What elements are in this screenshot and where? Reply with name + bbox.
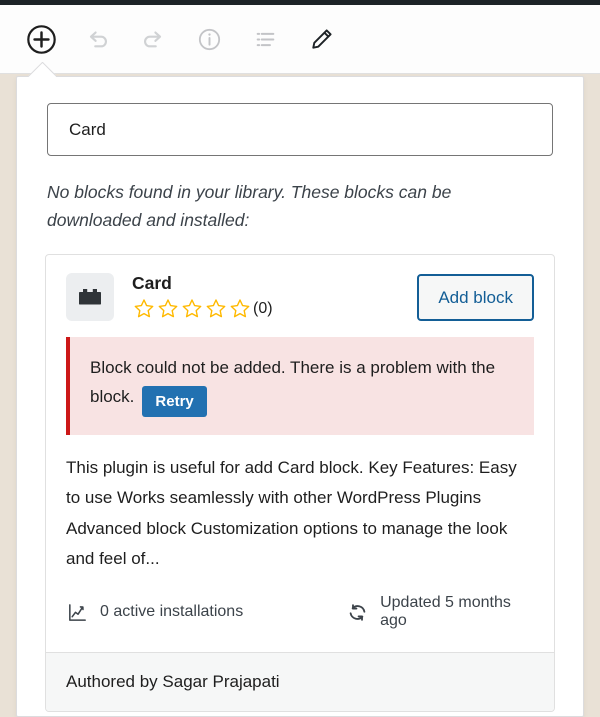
popover-arrow [28, 62, 56, 77]
error-notice: Block could not be added. There is a pro… [66, 337, 534, 436]
plus-circle-icon [26, 24, 57, 55]
star-icon [180, 297, 204, 321]
rating-count: (0) [253, 300, 273, 317]
search-section [17, 77, 583, 156]
card-block-icon [66, 273, 114, 321]
plugin-title: Card [132, 273, 172, 293]
info-icon [196, 26, 223, 53]
add-block-toggle-button[interactable] [21, 19, 61, 59]
list-view-button[interactable] [245, 19, 285, 59]
add-block-button[interactable]: Add block [417, 274, 534, 321]
chart-icon [66, 601, 100, 624]
last-updated-stat: Updated 5 months ago [346, 594, 534, 630]
plugin-meta-row: 0 active installations Updated 5 months … [66, 574, 534, 652]
star-icon [228, 297, 252, 321]
update-icon [346, 601, 380, 624]
plugin-author: Authored by Sagar Prajapati [46, 652, 554, 712]
no-blocks-message: No blocks found in your library. These b… [47, 182, 452, 230]
redo-button[interactable] [133, 19, 173, 59]
last-updated-label: Updated 5 months ago [380, 594, 511, 630]
star-icon [204, 297, 228, 321]
toolbar [0, 19, 341, 59]
plugin-rating: (0) [132, 297, 417, 321]
undo-icon [84, 26, 111, 53]
plugin-card-meta: Card (0) [132, 273, 417, 321]
list-view-icon [252, 26, 279, 53]
editor-header-toolbar [0, 5, 600, 74]
details-button[interactable] [189, 19, 229, 59]
plugin-card-header: Card (0) Add block [66, 273, 534, 321]
plugin-card-body: Card (0) Add block Block could not be ad… [46, 255, 554, 652]
active-installations-stat: 0 active installations [66, 601, 346, 624]
plugin-card[interactable]: Card (0) Add block Block could not be ad… [45, 254, 555, 713]
redo-icon [140, 26, 167, 53]
undo-button[interactable] [77, 19, 117, 59]
edit-mode-button[interactable] [301, 19, 341, 59]
star-icon [156, 297, 180, 321]
active-installations-label: 0 active installations [100, 603, 244, 621]
pencil-icon [308, 26, 335, 53]
retry-button[interactable]: Retry [142, 386, 207, 418]
search-input[interactable] [47, 103, 553, 156]
star-icon [132, 297, 156, 321]
block-inserter-popover: No blocks found in your library. These b… [16, 76, 584, 717]
plugin-description: This plugin is useful for add Card block… [66, 458, 517, 568]
